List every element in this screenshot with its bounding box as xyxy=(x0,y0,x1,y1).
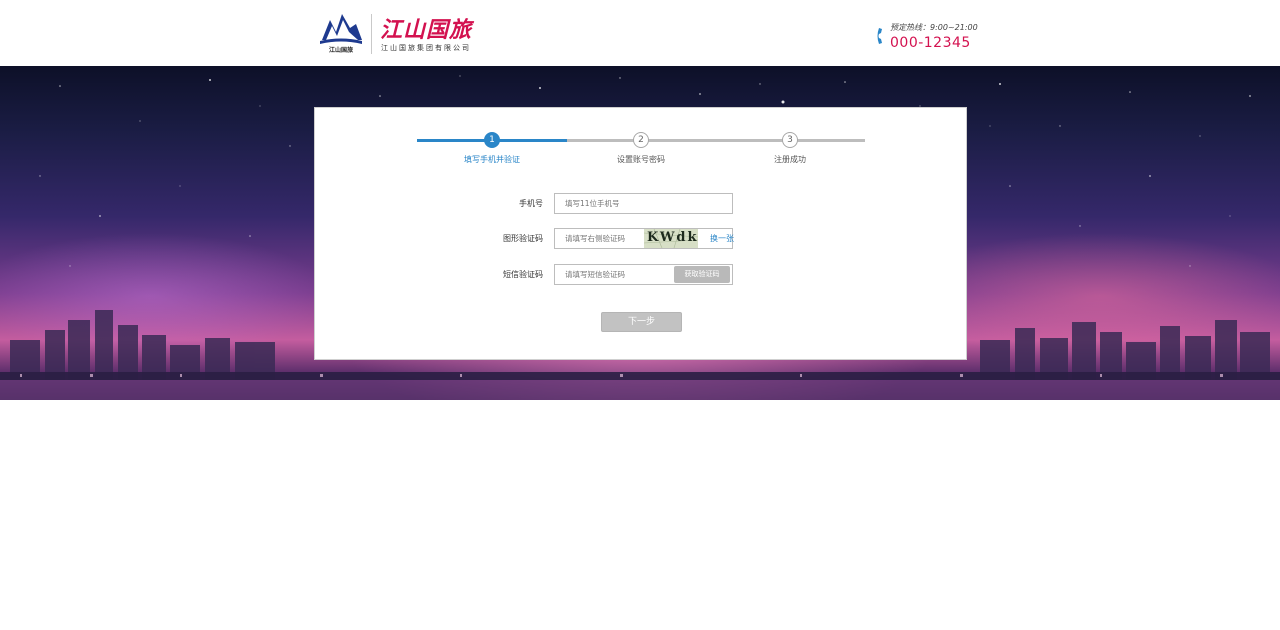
logo-title: 江山国旅 xyxy=(380,17,473,43)
sms-label: 短信验证码 xyxy=(503,270,543,279)
step-2-circle: 2 xyxy=(633,132,649,148)
phone-input[interactable] xyxy=(554,193,733,214)
site-logo[interactable]: 江山国旅 江山国旅 江山国旅集团有限公司 xyxy=(318,10,483,60)
captcha-refresh-link[interactable]: 换一张 xyxy=(710,228,734,250)
phone-icon xyxy=(877,28,882,44)
captcha-image[interactable]: KWdk xyxy=(644,229,698,248)
phone-row: 手机号 xyxy=(315,193,968,215)
sms-row: 短信验证码 获取验证码 xyxy=(315,264,968,286)
step-3-label: 注册成功 xyxy=(774,155,806,164)
hotline-label: 预定热线：9:00~21:00 xyxy=(890,23,978,32)
site-header: 江山国旅 江山国旅 江山国旅集团有限公司 预定热线：9:00~21:00 000… xyxy=(0,0,1280,66)
hotline-number[interactable]: 000-12345 xyxy=(890,35,971,51)
logo-divider xyxy=(371,14,372,54)
get-sms-code-button[interactable]: 获取验证码 xyxy=(674,266,730,283)
logo-subtitle: 江山国旅集团有限公司 xyxy=(381,44,471,52)
step-1-label: 填写手机并验证 xyxy=(464,155,520,164)
step-2-label: 设置账号密码 xyxy=(617,155,665,164)
registration-steps: 1 2 3 填写手机并验证 设置账号密码 注册成功 xyxy=(417,132,865,172)
hotline: 预定热线：9:00~21:00 000-12345 xyxy=(876,22,986,54)
registration-card: 1 2 3 填写手机并验证 设置账号密码 注册成功 手机号 图形验证码 KWdk… xyxy=(314,107,967,360)
captcha-text: KWdk xyxy=(647,230,698,245)
captcha-row: 图形验证码 KWdk 换一张 xyxy=(315,228,968,250)
next-step-button[interactable]: 下一步 xyxy=(601,312,682,332)
step-1-circle: 1 xyxy=(484,132,500,148)
step-3-circle: 3 xyxy=(782,132,798,148)
logo-mark-text: 江山国旅 xyxy=(329,46,353,54)
captcha-label: 图形验证码 xyxy=(503,234,543,243)
phone-label: 手机号 xyxy=(519,199,543,208)
mountain-logo-icon: 江山国旅 xyxy=(320,14,362,54)
